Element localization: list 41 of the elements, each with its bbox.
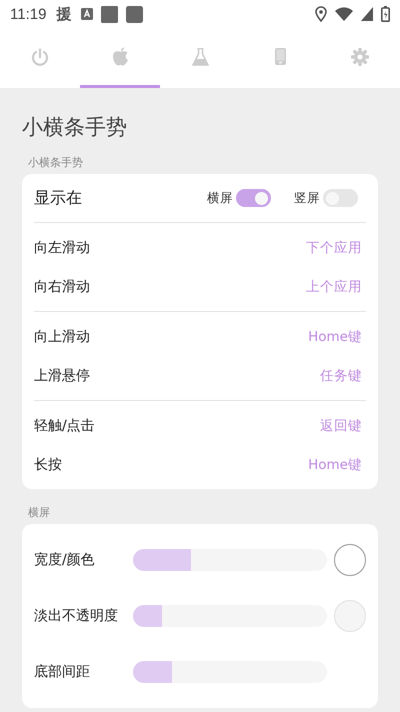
gesture-label: 向右滑动 xyxy=(34,278,90,296)
battery-icon xyxy=(381,6,390,22)
apple-icon xyxy=(112,47,128,66)
toggle-label: 竖屏 xyxy=(294,190,320,206)
page-title: 小横条手势 xyxy=(22,114,128,141)
notification-icon xyxy=(126,6,144,22)
gesture-label: 向左滑动 xyxy=(34,238,90,256)
slider[interactable] xyxy=(133,605,327,627)
setting-label: 显示在 xyxy=(34,188,82,208)
settings-icon xyxy=(351,48,369,66)
flask-icon xyxy=(192,48,208,66)
slider-label: 底部间距 xyxy=(34,663,91,681)
slider[interactable] xyxy=(133,661,327,683)
power-icon xyxy=(31,48,49,66)
section-label: 横屏 xyxy=(28,505,51,520)
action-link[interactable]: 上个应用 xyxy=(306,278,362,296)
slider[interactable] xyxy=(133,549,327,571)
gesture-label: 向上滑动 xyxy=(34,328,90,346)
color-swatch[interactable] xyxy=(334,544,366,576)
slider-label: 宽度/颜色 xyxy=(34,551,96,569)
action-link[interactable]: Home键 xyxy=(308,456,362,474)
action-link[interactable]: 返回键 xyxy=(320,416,362,434)
wifi-icon xyxy=(335,7,353,21)
section-label: 小横条手势 xyxy=(28,155,84,170)
phone-icon xyxy=(274,48,286,65)
toggle-label: 横屏 xyxy=(207,190,233,206)
gesture-label: 长按 xyxy=(34,456,62,474)
action-link[interactable]: Home键 xyxy=(308,328,362,346)
location-icon xyxy=(315,6,327,22)
toggle-switch[interactable] xyxy=(323,189,358,207)
notification-icon xyxy=(101,6,118,22)
status-time: 11:19 xyxy=(10,6,46,22)
notification-icon xyxy=(81,8,94,20)
gesture-label: 上滑悬停 xyxy=(34,366,90,384)
signal-icon xyxy=(361,7,373,21)
action-link[interactable]: 任务键 xyxy=(320,366,362,384)
action-link[interactable]: 下个应用 xyxy=(306,238,362,256)
slider-label: 淡出不透明度 xyxy=(34,607,119,625)
notification-text: 援 xyxy=(56,4,72,24)
toggle-switch[interactable] xyxy=(236,189,271,207)
gesture-label: 轻触/点击 xyxy=(34,416,95,434)
